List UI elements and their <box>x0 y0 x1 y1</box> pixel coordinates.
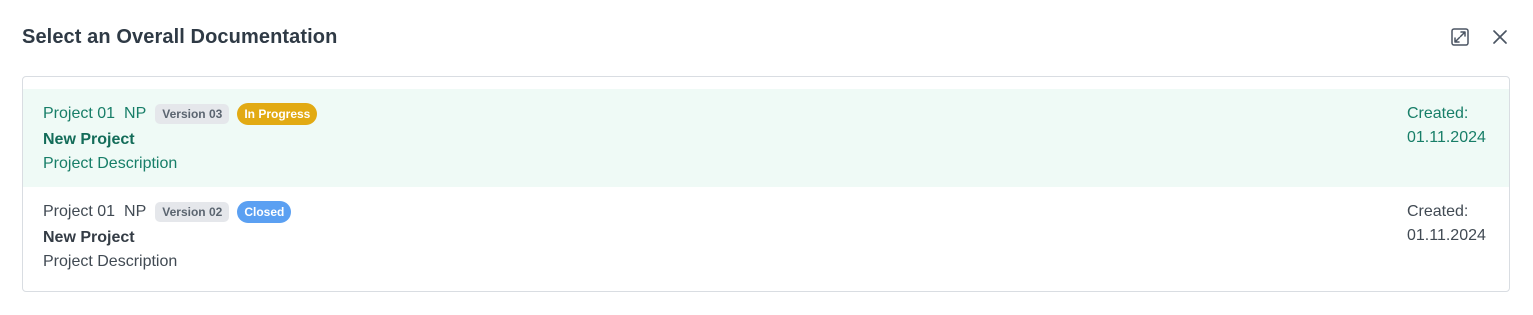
created-date: 01.11.2024 <box>1407 129 1486 146</box>
created-label: Created: <box>1407 105 1469 122</box>
version-badge: Version 03 <box>155 104 230 124</box>
item-header-line: Project 01 NP Version 02 Closed <box>43 200 1489 224</box>
expand-icon <box>1451 28 1469 46</box>
created-date: 01.11.2024 <box>1407 227 1486 244</box>
status-badge: In Progress <box>237 103 318 125</box>
project-code: Project 01 <box>43 203 116 220</box>
project-name: New Project <box>43 229 135 246</box>
project-description: Project Description <box>43 253 178 270</box>
expand-button[interactable] <box>1449 26 1471 48</box>
item-header-line: Project 01 NP Version 03 In Progress <box>43 102 1489 126</box>
version-badge: Version 02 <box>155 202 230 222</box>
created-label: Created: <box>1407 203 1469 220</box>
dialog-title: Select an Overall Documentation <box>22 25 338 48</box>
dialog-header: Select an Overall Documentation <box>22 22 1511 52</box>
created-info: Created: 01.11.2024 <box>1407 102 1489 150</box>
project-abbreviation: NP <box>124 105 147 122</box>
project-name: New Project <box>43 131 135 148</box>
header-actions <box>1449 26 1511 48</box>
documentation-list: Project 01 NP Version 03 In Progress New… <box>22 76 1510 292</box>
project-abbreviation: NP <box>124 203 147 220</box>
close-button[interactable] <box>1489 26 1511 48</box>
close-icon <box>1493 30 1507 44</box>
select-documentation-dialog: Select an Overall Documentation Project … <box>0 0 1533 315</box>
list-item[interactable]: Project 01 NP Version 02 Closed New Proj… <box>23 187 1509 285</box>
status-badge: Closed <box>237 201 292 223</box>
project-description: Project Description <box>43 155 178 172</box>
project-code: Project 01 <box>43 105 116 122</box>
created-info: Created: 01.11.2024 <box>1407 200 1489 248</box>
list-item[interactable]: Project 01 NP Version 03 In Progress New… <box>23 89 1509 187</box>
